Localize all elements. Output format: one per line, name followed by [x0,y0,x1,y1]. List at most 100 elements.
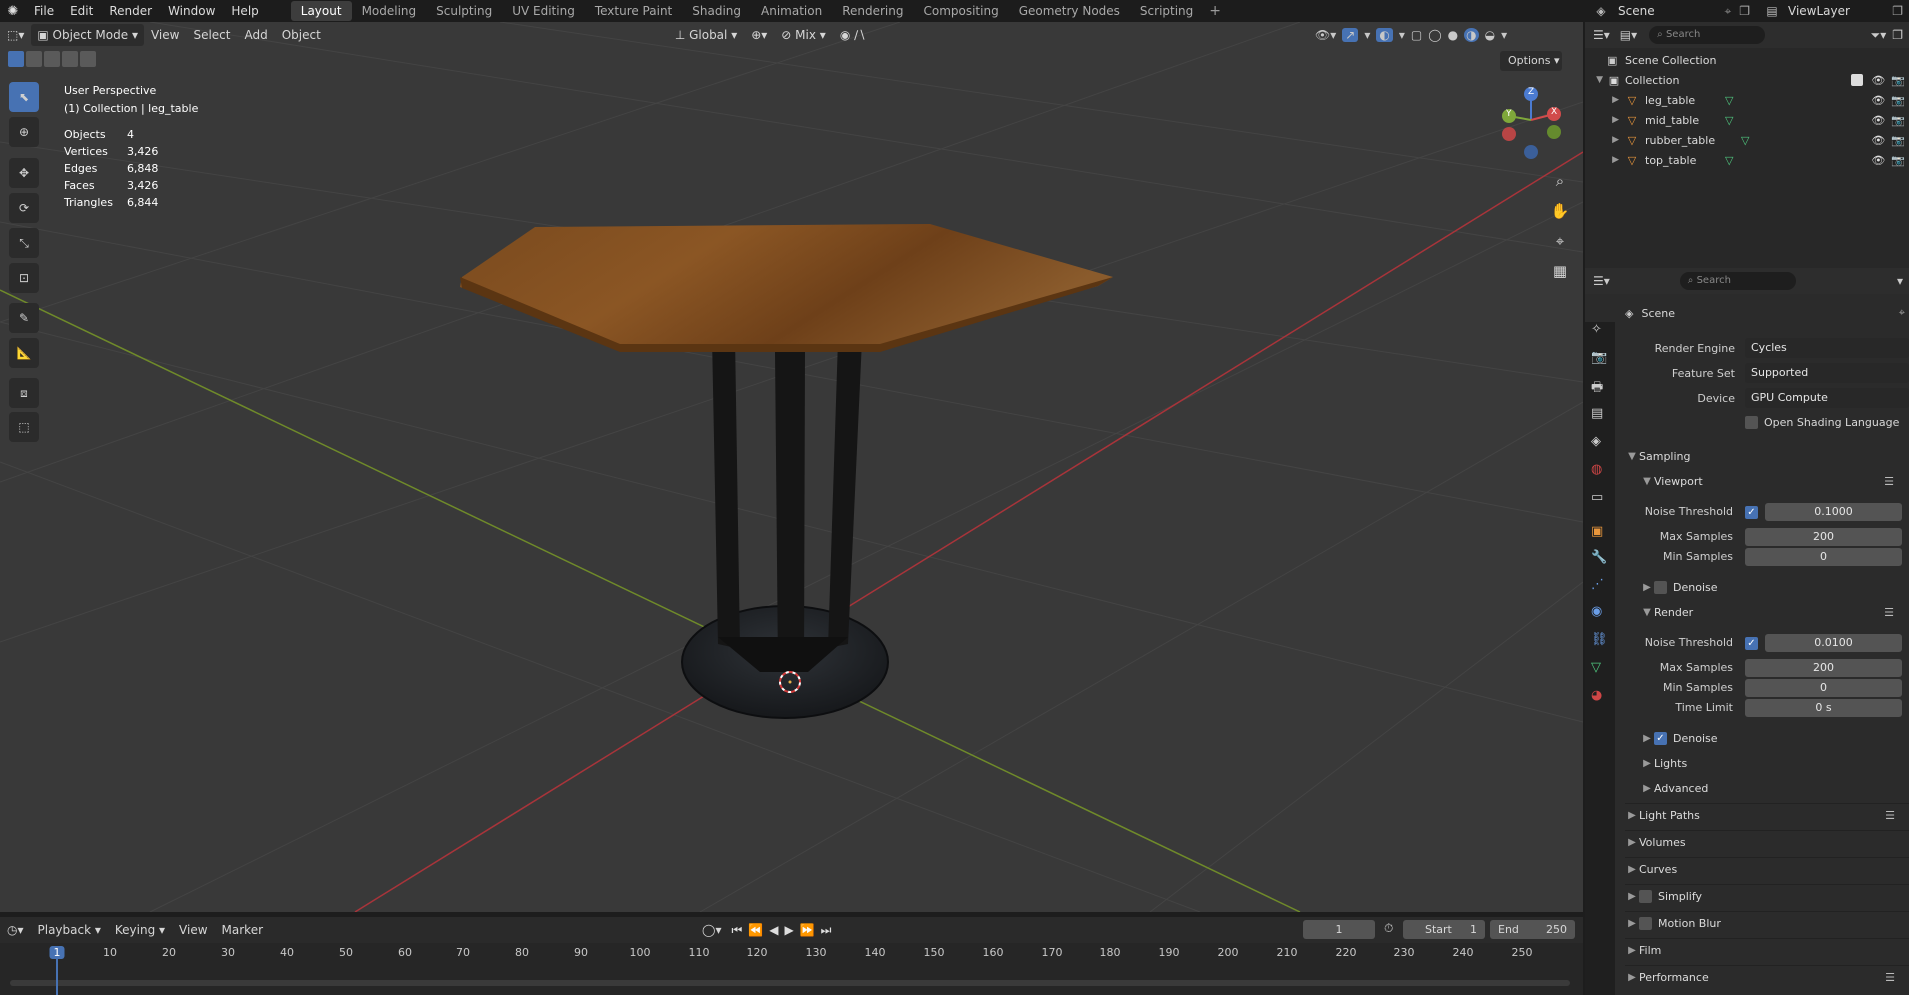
menu-window[interactable]: Window [160,0,223,22]
playback-menu[interactable]: Playback ▾ [31,919,108,941]
view-layer-tab-icon[interactable]: ▤ [1591,406,1609,424]
menu-edit[interactable]: Edit [62,0,101,22]
select-intersect-icon[interactable] [80,51,96,67]
properties-editor-icon[interactable]: ☰▾ [1593,274,1610,288]
material-tab-icon[interactable]: ◕ [1591,688,1609,706]
presets-list-icon[interactable]: ☰ [1885,971,1895,984]
play-reverse-icon[interactable]: ◀ [766,923,781,937]
r-max-samples-field[interactable]: 200 [1745,659,1902,677]
sampling-panel-header[interactable]: ▼ Sampling [1625,444,1909,468]
collection-tab-icon[interactable]: ▭ [1591,490,1609,508]
outliner-object-row[interactable]: ▶ ▽ leg_table ▽ 👁 📷 [1585,90,1909,110]
object-mode-dropdown[interactable]: ▣ Object Mode ▾ [31,24,144,46]
gizmo-toggle-icon[interactable]: ↗ [1342,28,1359,42]
object-tab-icon[interactable]: ▣ [1591,524,1609,542]
presets-list-icon[interactable]: ☰ [1884,475,1894,488]
jump-keyframe-forward-icon[interactable]: ⏩ [797,923,818,937]
editor-type-icon[interactable]: ⬚▾ [0,24,31,46]
motion-blur-checkbox[interactable] [1639,917,1652,930]
xray-icon[interactable]: ▢ [1411,28,1422,42]
eye-icon[interactable]: 👁 [1871,114,1885,127]
eye-icon[interactable]: 👁 [1871,154,1885,167]
navigation-gizmo[interactable]: Z X Y [1495,84,1565,164]
workspace-tab-modeling[interactable]: Modeling [352,1,427,21]
overlay-toggle-icon[interactable]: ◐ [1376,28,1393,42]
jump-start-icon[interactable]: ⏮ [728,923,745,938]
timeline-editor-icon[interactable]: ◷▾ [0,919,31,941]
workspace-tab-rendering[interactable]: Rendering [832,1,913,21]
select-new-icon[interactable] [8,51,24,67]
keying-menu[interactable]: Keying ▾ [108,919,172,941]
outliner-scene-collection[interactable]: ▣ Scene Collection [1585,50,1909,70]
zoom-icon[interactable]: ⌕ [1546,166,1574,196]
solid-shading-icon[interactable]: ● [1448,28,1458,42]
output-tab-icon[interactable]: 🖶 [1591,378,1609,396]
advanced-subpanel[interactable]: ▶ Advanced [1640,776,1900,800]
camera-render-icon[interactable]: 📷 [1891,74,1905,87]
render-subpanel-header[interactable]: ▼ Render ☰ [1640,600,1900,624]
eye-icon[interactable]: 👁 [1871,74,1885,87]
new-collection-icon[interactable]: ❐ [1892,28,1903,42]
vp-max-samples-field[interactable]: 200 [1745,528,1902,546]
render-engine-dropdown[interactable]: Cycles [1745,338,1909,358]
expand-icon[interactable]: ▼ [1585,75,1603,85]
rendered-shading-icon[interactable]: ◒ [1485,28,1495,42]
camera-render-icon[interactable]: 📷 [1891,94,1905,107]
film-panel[interactable]: ▶ Film [1625,938,1909,962]
vp-noise-threshold-checkbox[interactable]: ✓ [1745,506,1758,519]
workspace-tab-geometry-nodes[interactable]: Geometry Nodes [1009,1,1130,21]
timeline-scrollbar[interactable] [10,980,1570,986]
display-mode-icon[interactable]: ▤▾ [1620,28,1637,42]
auto-keying-icon[interactable]: ◯▾ [695,919,728,941]
eye-icon[interactable]: 👁 [1871,94,1885,107]
constraints-tab-icon[interactable]: ⛓ [1591,632,1609,650]
outliner-object-row[interactable]: ▶ ▽ rubber_table ▽ 👁 📷 [1585,130,1909,150]
pivot-point-icon[interactable]: ⊕▾ [744,24,774,46]
vp-denoise-subpanel[interactable]: ▶ Denoise [1640,575,1900,599]
new-view-layer-icon[interactable]: ❐ [1892,4,1903,18]
select-subtract-icon[interactable] [44,51,60,67]
workspace-tab-animation[interactable]: Animation [751,1,832,21]
outliner-collection[interactable]: ▼ ▣ Collection 👁 📷 [1585,70,1909,90]
add-workspace-icon[interactable]: + [1203,3,1227,19]
outliner-object-row[interactable]: ▶ ▽ mid_table ▽ 👁 📷 [1585,110,1909,130]
viewport-menu-view[interactable]: View [144,24,186,46]
viewport-scene-canvas[interactable] [0,22,1583,912]
workspace-tab-compositing[interactable]: Compositing [913,1,1008,21]
camera-view-icon[interactable]: ⌖ [1546,226,1574,256]
jump-end-icon[interactable]: ⏭ [818,923,835,938]
add-object-tool[interactable]: ⬚ [9,412,39,442]
measure-tool[interactable]: 📐 [9,338,39,368]
presets-list-icon[interactable]: ☰ [1884,606,1894,619]
camera-render-icon[interactable]: 📷 [1891,154,1905,167]
workspace-tab-scripting[interactable]: Scripting [1130,1,1203,21]
new-scene-icon[interactable]: ❐ [1739,4,1750,18]
workspace-tab-texture-paint[interactable]: Texture Paint [585,1,682,21]
r-time-limit-field[interactable]: 0 s [1745,699,1902,717]
view-layer-selector[interactable]: ▤ ViewLayer ❐ [1762,0,1909,22]
device-dropdown[interactable]: GPU Compute [1745,388,1909,408]
r-denoise-checkbox[interactable]: ✓ [1654,731,1667,745]
transform-tool[interactable]: ⊡ [9,263,39,293]
r-min-samples-field[interactable]: 0 [1745,679,1902,697]
3d-viewport[interactable] [0,22,1583,912]
open-shading-language-checkbox[interactable]: Open Shading Language [1745,416,1899,429]
outliner-editor-icon[interactable]: ☰▾ [1593,28,1610,42]
timeline-view-menu[interactable]: View [172,919,214,941]
tool-tab-icon[interactable]: ✧ [1591,322,1609,340]
camera-render-icon[interactable]: 📷 [1891,134,1905,147]
scale-tool[interactable]: ⤡ [9,228,39,258]
presets-list-icon[interactable]: ☰ [1885,809,1895,822]
pan-hand-icon[interactable]: ✋ [1546,196,1574,226]
menu-file[interactable]: File [26,0,62,22]
simplify-checkbox[interactable] [1639,890,1652,903]
menu-render[interactable]: Render [101,0,160,22]
jump-keyframe-back-icon[interactable]: ⏪ [745,923,766,937]
modifier-wrench-icon[interactable]: 🔧 [1591,550,1609,568]
viewport-menu-object[interactable]: Object [275,24,328,46]
r-denoise-subpanel[interactable]: ▶ ✓ Denoise [1640,726,1900,750]
motion-blur-panel[interactable]: ▶ Motion Blur [1625,911,1909,935]
workspace-tab-shading[interactable]: Shading [682,1,751,21]
exclude-checkbox[interactable] [1851,74,1864,86]
light-paths-panel[interactable]: ▶ Light Paths ☰ [1625,803,1909,827]
